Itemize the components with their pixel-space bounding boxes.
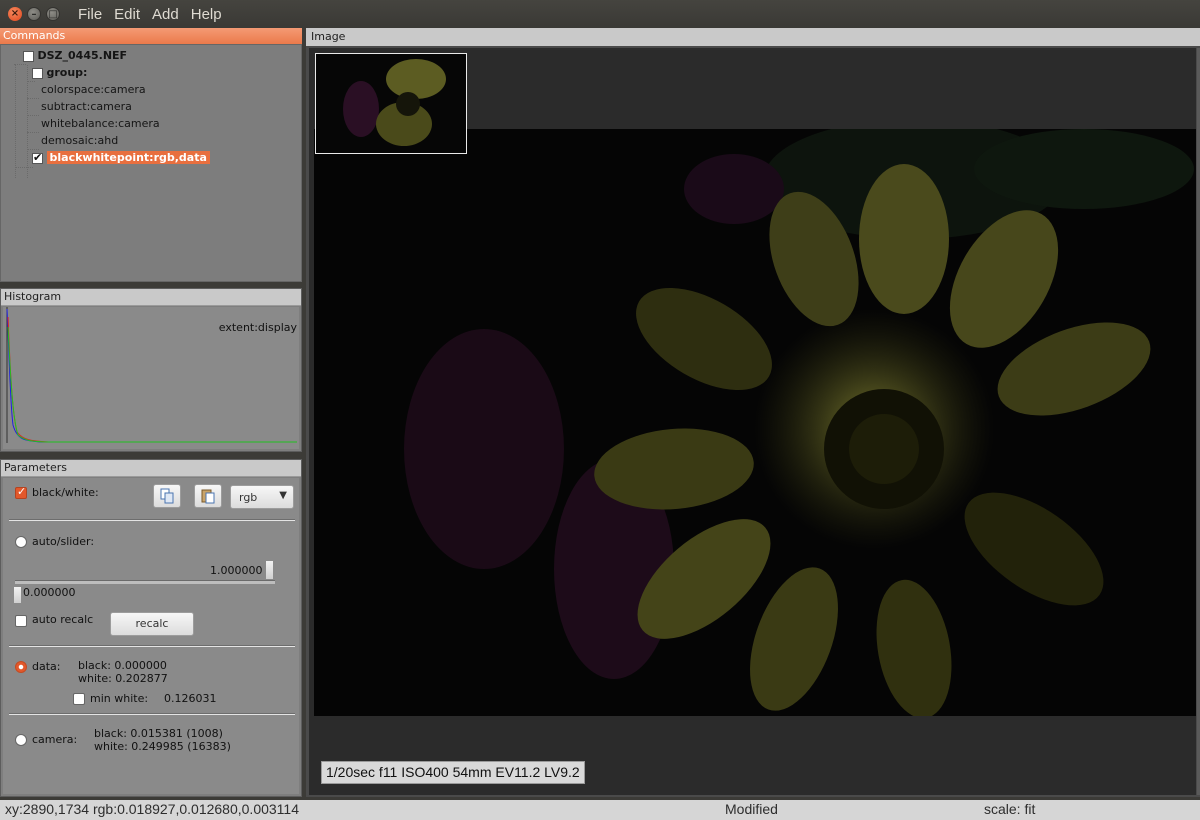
histogram-red-curve	[7, 316, 49, 443]
parameters-header: Parameters	[1, 460, 301, 477]
black-white-label: black/white:	[32, 486, 99, 499]
commands-header: Commands	[0, 28, 302, 44]
commands-panel: Commands DSZ_0445.NEF group: colorspace:…	[0, 28, 302, 282]
parameters-panel: Parameters black/white: rgb ▼ auto/slide…	[0, 459, 302, 797]
auto-recalc-checkbox[interactable]	[15, 615, 27, 627]
slider-bottom-handle[interactable]	[13, 586, 22, 604]
paste-button[interactable]	[194, 484, 222, 508]
image-header: Image	[306, 28, 1200, 46]
exif-info-label: 1/20sec f11 ISO400 54mm EV11.2 LV9.2	[321, 761, 585, 784]
status-bar: xy:2890,1734 rgb:0.018927,0.012680,0.003…	[0, 800, 1200, 820]
group-checkbox[interactable]	[32, 67, 43, 79]
close-window-button[interactable]: ×	[8, 7, 22, 21]
tree-item-subtract[interactable]: subtract:camera	[41, 99, 132, 115]
histogram-green-curve	[7, 326, 297, 443]
black-white-checkbox[interactable]	[15, 485, 27, 499]
maximize-window-button[interactable]: □	[46, 7, 60, 21]
tree-item-blackwhitepoint[interactable]: blackwhitepoint:rgb,data	[32, 150, 210, 166]
recalc-button[interactable]: recalc	[110, 612, 194, 636]
min-white-value: 0.126031	[164, 692, 217, 705]
auto-slider-radio[interactable]	[15, 536, 27, 548]
tree-item-label: blackwhitepoint:rgb,data	[46, 151, 210, 164]
menu-help[interactable]: Help	[185, 0, 228, 28]
histogram-blue-curve	[6, 308, 188, 443]
paste-icon	[201, 489, 215, 504]
divider	[9, 713, 295, 715]
channel-select[interactable]: rgb ▼	[230, 485, 294, 509]
thumbnail-image	[316, 54, 466, 153]
status-modified: Modified	[725, 801, 778, 817]
min-white-checkbox[interactable]	[73, 693, 85, 705]
status-coords: xy:2890,1734 rgb:0.018927,0.012680,0.003…	[5, 801, 299, 817]
blackwhitepoint-checkbox[interactable]	[32, 150, 43, 166]
tree-guide	[27, 81, 35, 82]
camera-white-value: white: 0.249985 (16383)	[94, 740, 231, 753]
menu-edit[interactable]: Edit	[108, 0, 146, 28]
slider-bottom-value: 0.000000	[23, 586, 76, 599]
photo-canvas[interactable]	[314, 129, 1196, 716]
data-black-value: black: 0.000000	[78, 659, 167, 672]
menu-bar: File Edit Add Help	[72, 0, 228, 28]
data-label: data:	[32, 660, 61, 673]
root-checkbox[interactable]	[23, 50, 34, 62]
slider-track[interactable]	[15, 580, 275, 584]
auto-slider-label: auto/slider:	[32, 535, 95, 548]
menu-file[interactable]: File	[72, 0, 108, 28]
tree-item-colorspace[interactable]: colorspace:camera	[41, 82, 146, 98]
flower-photo	[314, 129, 1196, 716]
status-scale: scale: fit	[984, 801, 1036, 817]
tree-guide	[27, 132, 39, 133]
tree-item-label: group:	[46, 66, 88, 79]
camera-radio[interactable]	[15, 734, 27, 746]
image-viewport[interactable]: 1/20sec f11 ISO400 54mm EV11.2 LV9.2	[309, 48, 1196, 795]
slider-top-handle[interactable]	[265, 560, 274, 580]
histogram-panel: Histogram extent:display	[0, 288, 302, 452]
parameters-body: black/white: rgb ▼ auto/slider: 1.000000…	[3, 478, 299, 794]
title-bar: × – □ File Edit Add Help	[0, 0, 1200, 28]
histogram-plot: extent:display	[3, 307, 299, 449]
histogram-header: Histogram	[1, 289, 301, 306]
tree-item-whitebalance[interactable]: whitebalance:camera	[41, 116, 160, 132]
slider-top-value: 1.000000	[210, 564, 263, 577]
min-white-label: min white:	[90, 692, 149, 705]
camera-black-value: black: 0.015381 (1008)	[94, 727, 223, 740]
tree-item-root[interactable]: DSZ_0445.NEF	[23, 48, 127, 64]
commands-tree: DSZ_0445.NEF group: colorspace:camera su…	[0, 44, 302, 282]
divider	[9, 645, 295, 647]
histogram-extent-label: extent:display	[218, 321, 297, 334]
divider	[9, 519, 295, 521]
image-panel: Image 1/20sec f11 ISO400 54mm EV11.2 LV9…	[306, 28, 1200, 797]
camera-label: camera:	[32, 733, 78, 746]
tree-item-group[interactable]: group:	[32, 65, 87, 81]
copy-button[interactable]	[153, 484, 181, 508]
data-radio[interactable]	[15, 661, 27, 673]
data-white-value: white: 0.202877	[78, 672, 168, 685]
tree-guide	[15, 167, 33, 168]
copy-icon	[160, 488, 174, 504]
tree-item-label: DSZ_0445.NEF	[37, 49, 128, 62]
tree-guide	[27, 98, 39, 99]
menu-add[interactable]: Add	[146, 0, 185, 28]
minimize-window-button[interactable]: –	[27, 7, 41, 21]
thumbnail-preview[interactable]	[315, 53, 467, 154]
tree-guide	[15, 65, 16, 178]
auto-recalc-label: auto recalc	[32, 613, 94, 626]
tree-guide	[27, 115, 39, 116]
tree-item-demosaic[interactable]: demosaic:ahd	[41, 133, 118, 149]
chevron-down-icon: ▼	[279, 490, 287, 501]
channel-select-value: rgb	[239, 491, 258, 504]
